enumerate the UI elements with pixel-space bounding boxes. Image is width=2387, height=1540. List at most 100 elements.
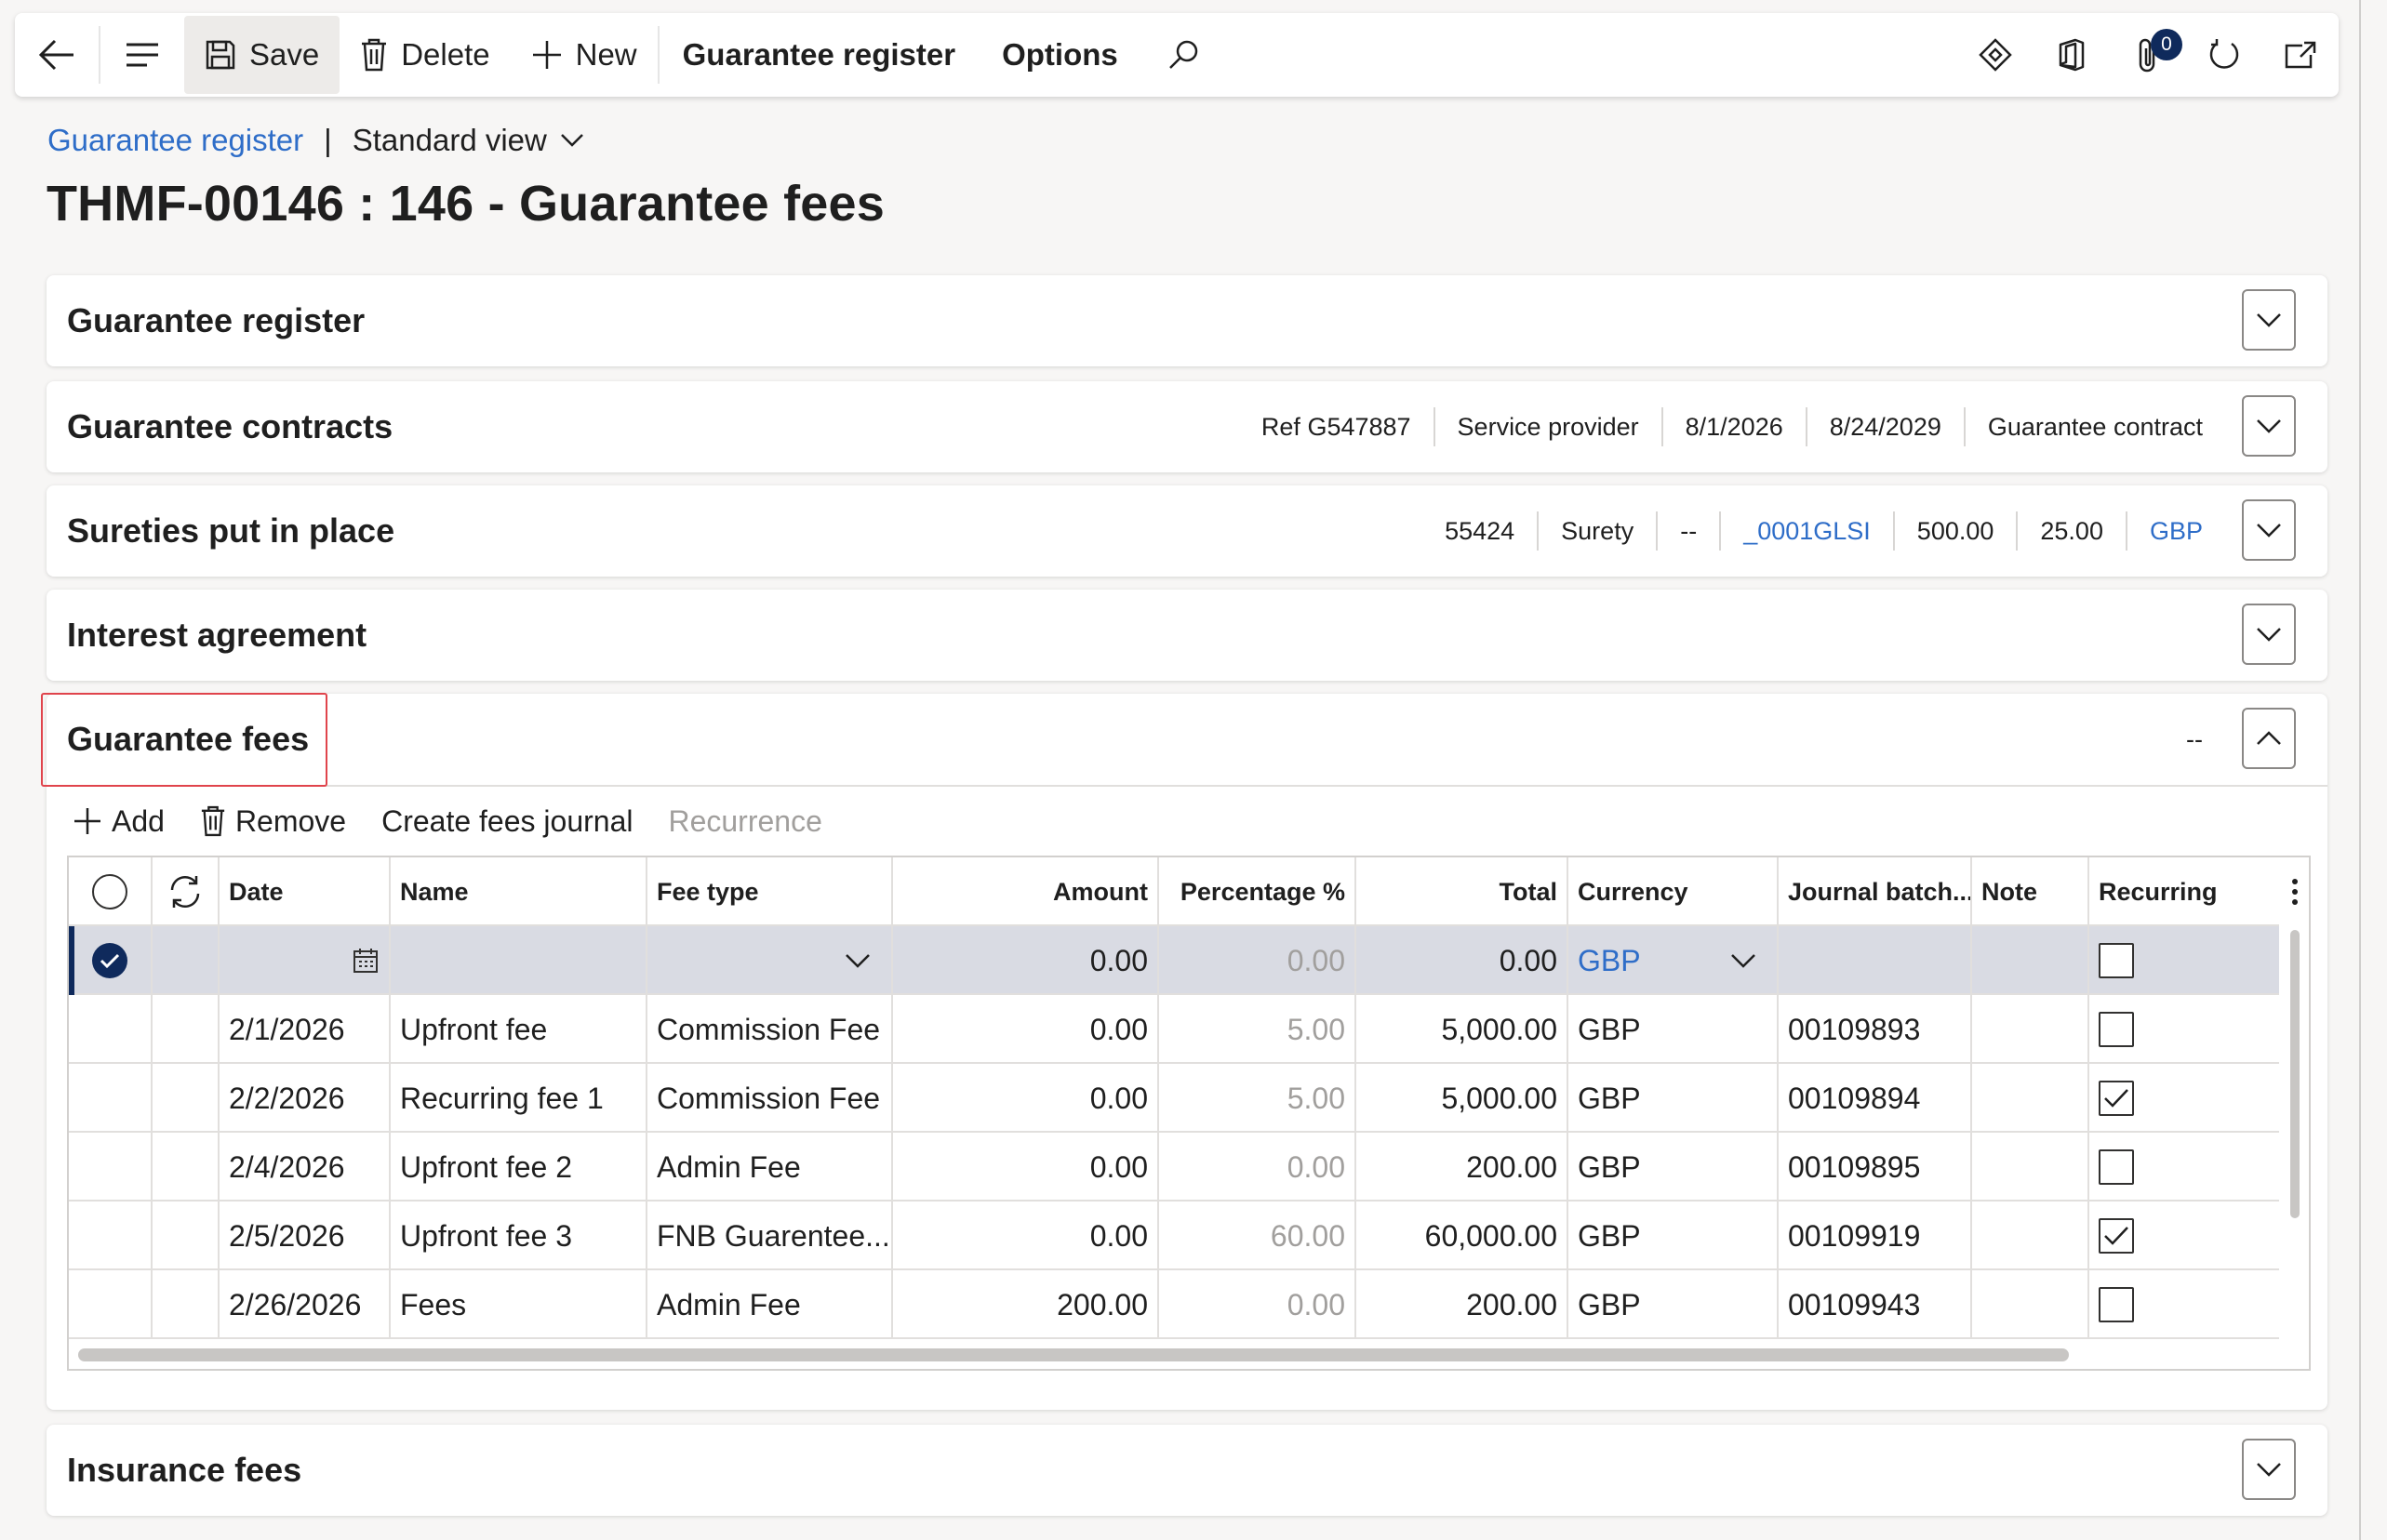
refresh-button[interactable]: [2186, 16, 2262, 94]
journal-batch-cell[interactable]: 00109919: [1779, 1201, 1972, 1270]
power-apps-button[interactable]: [1957, 16, 2034, 94]
create-fees-journal-button[interactable]: Create fees journal: [381, 804, 633, 839]
recurring-checkbox[interactable]: [2099, 943, 2134, 978]
total-cell[interactable]: 5,000.00: [1356, 1064, 1568, 1133]
total-cell[interactable]: 200.00: [1356, 1270, 1568, 1339]
journal-batch-cell[interactable]: 00109895: [1779, 1133, 1972, 1201]
amount-cell[interactable]: 200.00: [893, 1270, 1159, 1339]
amount-cell[interactable]: 0.00: [893, 1064, 1159, 1133]
name-cell[interactable]: Upfront fee: [391, 995, 647, 1064]
refresh-grid-cell[interactable]: [153, 857, 220, 926]
date-cell[interactable]: 2/5/2026: [220, 1201, 391, 1270]
add-button[interactable]: Add: [73, 804, 165, 839]
journal-batch-cell[interactable]: 00109943: [1779, 1270, 1972, 1339]
note-cell[interactable]: [1972, 1064, 2089, 1133]
table-row[interactable]: 2/5/2026 Upfront fee 3 FNB Guarentee... 0.0…: [69, 1201, 2279, 1270]
column-header-note[interactable]: Note: [1972, 857, 2089, 926]
collapse-button[interactable]: [2242, 708, 2296, 769]
row-select-cell[interactable]: [69, 995, 153, 1064]
name-cell[interactable]: Upfront fee 3: [391, 1201, 647, 1270]
amount-cell[interactable]: 0.00: [893, 995, 1159, 1064]
row-select-cell[interactable]: [69, 926, 153, 995]
fee-type-cell[interactable]: Admin Fee: [647, 1133, 893, 1201]
calendar-icon[interactable]: [352, 947, 380, 975]
expand-button[interactable]: [2242, 289, 2296, 351]
menu-button[interactable]: [100, 16, 184, 94]
percentage-cell[interactable]: 0.00: [1159, 1133, 1356, 1201]
percentage-cell[interactable]: 60.00: [1159, 1201, 1356, 1270]
note-cell[interactable]: [1972, 1133, 2089, 1201]
currency-cell[interactable]: GBP: [1568, 1201, 1779, 1270]
name-cell[interactable]: Fees: [391, 1270, 647, 1339]
recurring-checkbox[interactable]: [2099, 1287, 2134, 1322]
journal-batch-cell[interactable]: 00109893: [1779, 995, 1972, 1064]
note-cell[interactable]: [1972, 995, 2089, 1064]
amount-cell[interactable]: 0.00: [893, 1201, 1159, 1270]
section-guarantee-register[interactable]: Guarantee register: [47, 275, 2327, 366]
total-cell[interactable]: 200.00: [1356, 1133, 1568, 1201]
select-all-cell[interactable]: [69, 857, 153, 926]
row-select-cell[interactable]: [69, 1270, 153, 1339]
name-cell[interactable]: Upfront fee 2: [391, 1133, 647, 1201]
currency-cell[interactable]: GBP: [1568, 995, 1779, 1064]
amount-input[interactable]: 0.00: [893, 926, 1159, 995]
column-options-button[interactable]: [2279, 857, 2309, 926]
horizontal-scrollbar[interactable]: [78, 1348, 2069, 1361]
fee-type-cell[interactable]: Admin Fee: [647, 1270, 893, 1339]
table-row[interactable]: 2/1/2026 Upfront fee Commission Fee 0.00 5.0…: [69, 995, 2279, 1064]
fee-type-select[interactable]: [647, 926, 893, 995]
column-header-date[interactable]: Date: [220, 857, 391, 926]
currency-cell[interactable]: GBP: [1568, 1270, 1779, 1339]
expand-button[interactable]: [2242, 499, 2296, 561]
office-button[interactable]: [2034, 16, 2110, 94]
summary-currency-link[interactable]: GBP: [2125, 511, 2225, 551]
page-scrollbar[interactable]: [2359, 0, 2361, 1540]
percentage-input[interactable]: 0.00: [1159, 926, 1356, 995]
breadcrumb-link[interactable]: Guarantee register: [47, 123, 303, 158]
column-header-amount[interactable]: Amount: [893, 857, 1159, 926]
section-interest-agreement[interactable]: Interest agreement: [47, 590, 2327, 681]
column-header-recurring[interactable]: Recurring: [2089, 857, 2279, 926]
recurring-checkbox[interactable]: [2099, 1012, 2134, 1047]
row-select-cell[interactable]: [69, 1133, 153, 1201]
percentage-cell[interactable]: 5.00: [1159, 1064, 1356, 1133]
section-sureties[interactable]: Sureties put in place 55424 Surety -- _0…: [47, 485, 2327, 577]
note-cell[interactable]: [1972, 1201, 2089, 1270]
find-button[interactable]: [1141, 16, 1225, 94]
table-row[interactable]: 2/2/2026 Recurring fee 1 Commission Fee 0.0…: [69, 1064, 2279, 1133]
expand-button[interactable]: [2242, 604, 2296, 665]
date-cell[interactable]: 2/4/2026: [220, 1133, 391, 1201]
summary-account-link[interactable]: _0001GLSI: [1719, 511, 1893, 551]
date-cell[interactable]: 2/1/2026: [220, 995, 391, 1064]
remove-button[interactable]: Remove: [200, 804, 346, 839]
recurring-checkbox[interactable]: [2099, 1149, 2134, 1185]
currency-select[interactable]: GBP: [1568, 926, 1779, 995]
fee-type-cell[interactable]: Commission Fee: [647, 1064, 893, 1133]
column-header-journal-batch[interactable]: Journal batch...: [1779, 857, 1972, 926]
delete-button[interactable]: Delete: [340, 16, 510, 94]
column-header-currency[interactable]: Currency: [1568, 857, 1779, 926]
journal-batch-cell[interactable]: 00109894: [1779, 1064, 1972, 1133]
currency-cell[interactable]: GBP: [1568, 1064, 1779, 1133]
open-new-window-button[interactable]: [2262, 16, 2339, 94]
attachments-button[interactable]: 0: [2110, 16, 2186, 94]
column-header-fee-type[interactable]: Fee type: [647, 857, 893, 926]
recurrence-button[interactable]: Recurrence: [668, 804, 821, 839]
percentage-cell[interactable]: 5.00: [1159, 995, 1356, 1064]
row-select-cell[interactable]: [69, 1201, 153, 1270]
expand-button[interactable]: [2242, 1439, 2296, 1500]
save-button[interactable]: Save: [184, 16, 340, 94]
vertical-scrollbar[interactable]: [2290, 930, 2300, 1218]
table-row-selected[interactable]: 0.00 0.00 0.00 GBP: [69, 926, 2279, 995]
total-cell[interactable]: 60,000.00: [1356, 1201, 1568, 1270]
total-cell[interactable]: 5,000.00: [1356, 995, 1568, 1064]
name-input[interactable]: [391, 926, 647, 995]
currency-cell[interactable]: GBP: [1568, 1133, 1779, 1201]
column-header-total[interactable]: Total: [1356, 857, 1568, 926]
new-button[interactable]: New: [511, 16, 658, 94]
expand-button[interactable]: [2242, 395, 2296, 457]
back-button[interactable]: [15, 16, 99, 94]
options-tab[interactable]: Options: [979, 16, 1141, 94]
date-input[interactable]: [220, 926, 391, 995]
note-input[interactable]: [1972, 926, 2089, 995]
